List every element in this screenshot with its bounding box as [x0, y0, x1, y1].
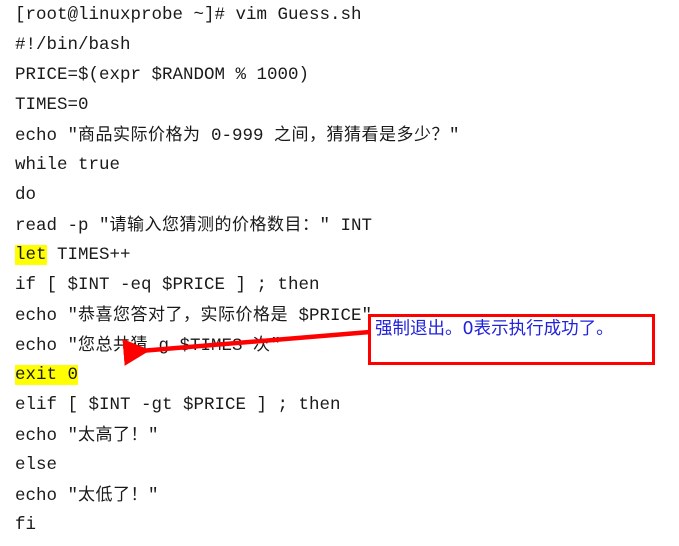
code-text: while true — [15, 155, 121, 175]
code-text: if [ $INT -eq $PRICE ] ; then — [15, 275, 320, 295]
code-line: echo "太低了！" — [15, 480, 159, 510]
highlighted-token: exit 0 — [15, 365, 79, 385]
code-line: [root@linuxprobe ~]# vim Guess.sh — [15, 0, 362, 30]
cjk-run: 太高了！ — [78, 425, 149, 445]
code-line: let TIMES++ — [15, 240, 131, 270]
code-text: read -p "请输入您猜测的价格数目：" INT — [15, 215, 373, 236]
code-line: if [ $INT -eq $PRICE ] ; then — [15, 270, 320, 300]
code-line: echo "太高了！" — [15, 420, 159, 450]
annotation-callout: 强制退出。0表示执行成功了。 — [368, 314, 655, 365]
code-text: fi — [15, 515, 37, 535]
code-text: TIMES++ — [46, 245, 131, 265]
code-line: fi — [15, 510, 36, 540]
code-text: echo "恭喜您答对了，实际价格是 $PRICE" — [15, 305, 373, 326]
code-line: read -p "请输入您猜测的价格数目：" INT — [15, 210, 372, 240]
screenshot-root: [root@linuxprobe ~]# vim Guess.sh #!/bin/… — [0, 0, 679, 546]
code-text: do — [15, 185, 37, 205]
code-line: else — [15, 450, 57, 480]
code-line: exit 0 — [15, 360, 79, 390]
cjk-run: 商品实际价格为 — [78, 125, 201, 145]
code-line: #!/bin/bash — [15, 30, 131, 60]
highlighted-token: let — [15, 245, 47, 265]
cjk-run: 次 — [253, 335, 271, 355]
code-line: echo "您总共猜 g $TIMES 次" — [15, 330, 281, 360]
cjk-run: 您总共猜 — [78, 335, 149, 355]
code-text: echo "您总共猜 g $TIMES 次" — [15, 335, 282, 356]
code-line: do — [15, 180, 36, 210]
code-line: elif [ $INT -gt $PRICE ] ; then — [15, 390, 341, 420]
code-line: PRICE=$(expr $RANDOM % 1000) — [15, 60, 309, 90]
code-line: TIMES=0 — [15, 90, 89, 120]
code-text: elif [ $INT -gt $PRICE ] ; then — [15, 395, 341, 415]
cjk-run: 之间，猜猜看是多少？ — [274, 125, 450, 145]
code-text: echo "太低了！" — [15, 485, 159, 506]
code-text: else — [15, 455, 58, 475]
code-text: TIMES=0 — [15, 95, 89, 115]
cjk-run: 恭喜您答对了，实际价格是 — [78, 305, 289, 325]
code-line: done — [15, 540, 57, 546]
code-text: echo "太高了！" — [15, 425, 159, 446]
cjk-run: 请输入您猜测的价格数目： — [109, 215, 320, 235]
annotation-text: 强制退出。0表示执行成功了。 — [375, 319, 614, 339]
cjk-run: 太低了！ — [78, 485, 149, 505]
code-line: while true — [15, 150, 120, 180]
code-text: [root@linuxprobe ~]# vim Guess.sh — [15, 5, 362, 25]
code-text: PRICE=$(expr $RANDOM % 1000) — [15, 65, 310, 85]
code-line: echo "商品实际价格为 0-999 之间，猜猜看是多少？" — [15, 120, 460, 150]
code-text: echo "商品实际价格为 0-999 之间，猜猜看是多少？" — [15, 125, 460, 146]
code-line: echo "恭喜您答对了，实际价格是 $PRICE" — [15, 300, 372, 330]
code-text: #!/bin/bash — [15, 35, 131, 55]
